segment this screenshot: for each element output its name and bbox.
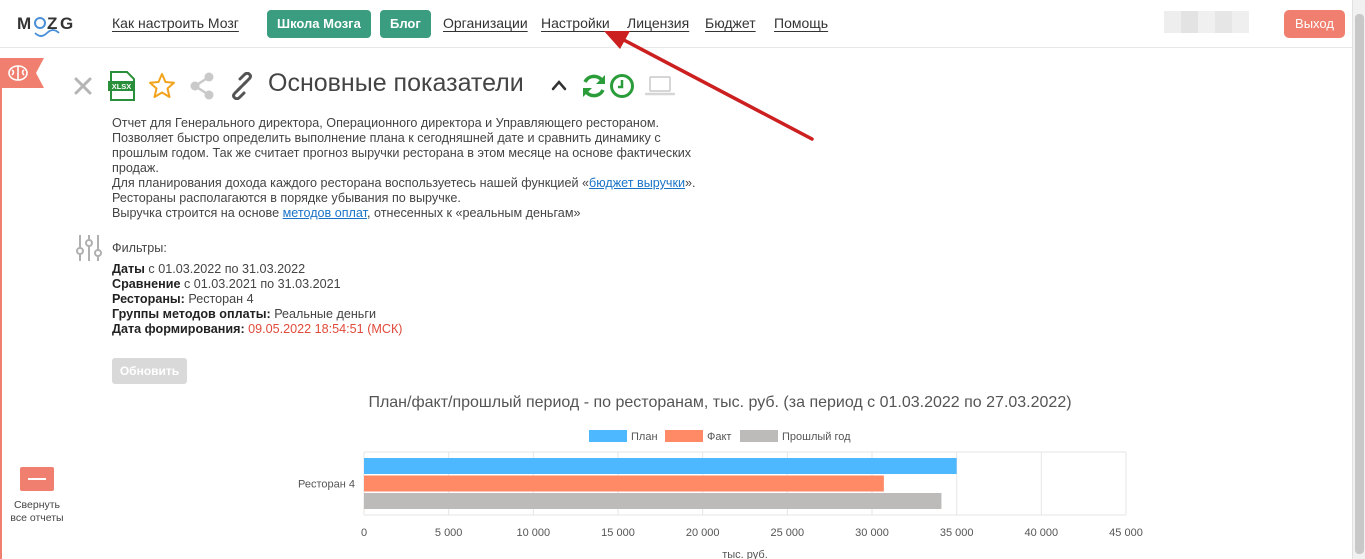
nav-link-organizations[interactable]: Организации (443, 15, 528, 31)
filter-restaurants-value: Ресторан 4 (184, 292, 254, 306)
filters-title: Фильтры: (112, 241, 167, 255)
filter-generated-value: 09.05.2022 18:54:51 (МСК) (244, 322, 403, 336)
annotation-arrow (604, 31, 814, 141)
brain-icon[interactable] (0, 58, 44, 88)
bar-Факт (364, 475, 884, 492)
link-icon[interactable] (228, 72, 256, 100)
x-tick-label: 5 000 (435, 527, 463, 539)
bar-Прошлый год (364, 493, 942, 509)
desc-sort-line: Рестораны располагаются в порядке убыван… (112, 191, 461, 205)
svg-text:M: M (17, 14, 32, 33)
desc-budget-line: Для планирования дохода каждого ресторан… (112, 176, 752, 191)
bar-chart: План Факт Прошлый год 0 5 000 10 000 15 000 20 … (298, 430, 1143, 559)
legend-label: Прошлый год (782, 431, 851, 443)
filter-dates-value: с 01.03.2022 по 31.03.2022 (144, 262, 306, 276)
filter-restaurants: Рестораны: Ресторан 4 (112, 292, 403, 307)
desc-pay-prefix: Выручка строится на основе (112, 206, 283, 220)
y-category-label: Ресторан 4 (298, 478, 355, 490)
legend-swatch (589, 430, 627, 442)
svg-text:XLSX: XLSX (112, 82, 132, 91)
x-tick-label: 25 000 (771, 527, 805, 539)
chart-title: План/факт/прошлый период - по ресторанам… (368, 394, 1072, 411)
payment-methods-link[interactable]: методов оплат (283, 206, 367, 220)
filter-generated-label: Дата формирования: (112, 322, 245, 336)
filter-compare-label: Сравнение (112, 277, 181, 291)
bar-План (364, 458, 957, 474)
nav-link-how-to-setup[interactable]: Как настроить Мозг (112, 15, 239, 31)
chevron-up-icon[interactable] (550, 78, 568, 92)
x-tick-label: 45 000 (1109, 527, 1143, 539)
x-tick-label: 10 000 (517, 527, 551, 539)
x-axis-label: тыс. руб. (722, 549, 768, 559)
legend-label: План (631, 431, 658, 443)
nav-button-blog[interactable]: Блог (380, 10, 431, 38)
x-tick-label: 0 (361, 527, 367, 539)
user-name-blurred (1164, 11, 1249, 33)
desc-budget-suffix: ». (685, 176, 696, 190)
x-tick-label: 40 000 (1025, 527, 1059, 539)
desc-payment-line: Выручка строится на основе методов оплат… (112, 206, 752, 221)
svg-text:G: G (60, 14, 73, 33)
filter-payment-groups-label: Группы методов оплаты: (112, 307, 271, 321)
filter-compare: Сравнение с 01.03.2021 по 31.03.2021 (112, 277, 403, 292)
filter-generated-at: Дата формирования: 09.05.2022 18:54:51 (… (112, 322, 403, 337)
legend-label: Факт (707, 431, 731, 443)
sliders-icon[interactable] (75, 234, 103, 262)
x-tick-label: 35 000 (940, 527, 974, 539)
close-icon[interactable] (73, 76, 93, 96)
desc-budget-prefix: Для планирования дохода каждого ресторан… (112, 176, 589, 190)
x-tick-label: 20 000 (686, 527, 720, 539)
desc-line: продаж. (112, 161, 159, 175)
x-tick-label: 30 000 (855, 527, 889, 539)
filter-payment-groups-value: Реальные деньги (270, 307, 376, 321)
nav-button-school[interactable]: Школа Мозга (267, 10, 371, 38)
filter-dates-label: Даты (112, 262, 145, 276)
refresh-report-button[interactable]: Обновить (112, 358, 187, 384)
budget-revenue-link[interactable]: бюджет выручки (589, 176, 685, 190)
desc-pay-suffix: , отнесенных к «реальным деньгам» (367, 206, 581, 220)
share-icon[interactable] (189, 72, 215, 100)
desc-line: прошлым годом. Так же считает прогноз вы… (112, 146, 692, 160)
legend-swatch (665, 430, 703, 442)
page-title: Основные показатели (268, 69, 524, 97)
logout-button[interactable]: Выход (1284, 10, 1345, 38)
scrollbar-thumb[interactable] (1355, 14, 1364, 554)
filter-compare-value: с 01.03.2021 по 31.03.2021 (180, 277, 341, 291)
vertical-scrollbar[interactable] (1352, 0, 1365, 559)
filter-payment-groups: Группы методов оплаты: Реальные деньги (112, 307, 403, 322)
star-icon[interactable] (148, 72, 176, 100)
filter-dates: Даты с 01.03.2022 по 31.03.2022 (112, 262, 403, 277)
filters-list: Даты с 01.03.2022 по 31.03.2022 Сравнени… (112, 262, 403, 337)
filter-restaurants-label: Рестораны: (112, 292, 185, 306)
xlsx-icon[interactable]: XLSX (108, 71, 136, 101)
mozg-logo[interactable]: M Z G (17, 11, 77, 39)
x-tick-label: 15 000 (601, 527, 635, 539)
legend-swatch (740, 430, 778, 442)
